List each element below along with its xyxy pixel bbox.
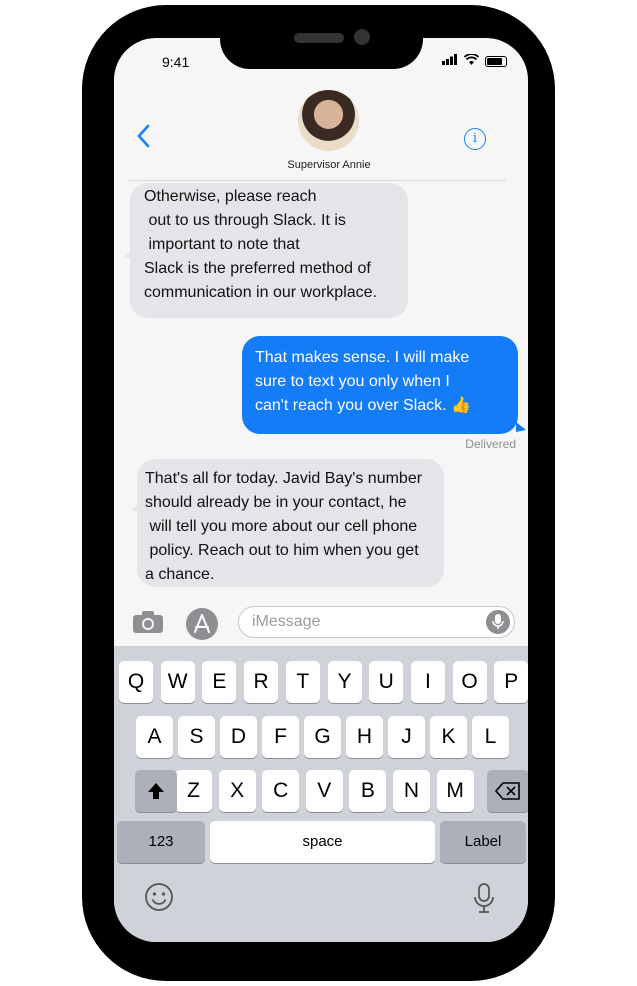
key-d[interactable]: D [220, 716, 257, 758]
key-c[interactable]: C [262, 770, 300, 812]
microphone-icon[interactable] [486, 610, 510, 634]
phone-notch [220, 5, 423, 69]
delivery-status: Delivered [465, 437, 516, 451]
key-h[interactable]: H [346, 716, 383, 758]
battery-icon [485, 55, 507, 67]
key-e[interactable]: E [202, 661, 237, 703]
received-message: That's all for today. Javid Bay's number… [137, 459, 444, 587]
received-message: Otherwise, please reach out to us throug… [130, 183, 408, 318]
bubble-tail [124, 249, 134, 259]
space-key[interactable]: space [210, 821, 435, 863]
key-a[interactable]: A [136, 716, 173, 758]
key-i[interactable]: I [410, 661, 445, 703]
key-p[interactable]: P [494, 661, 528, 703]
key-s[interactable]: S [178, 716, 215, 758]
key-g[interactable]: G [304, 716, 341, 758]
keyboard: QWERTYUIOP ASDFGHJKL ZXCVBNM 123 space L… [114, 646, 528, 942]
avatar[interactable] [298, 90, 359, 151]
key-t[interactable]: T [285, 661, 320, 703]
return-key[interactable]: Label [440, 821, 526, 863]
key-n[interactable]: N [393, 770, 430, 812]
signal-icon [442, 54, 458, 68]
key-y[interactable]: Y [327, 661, 362, 703]
key-q[interactable]: Q [119, 661, 153, 703]
contact-name[interactable]: Supervisor Annie [254, 159, 404, 171]
key-r[interactable]: R [244, 661, 279, 703]
info-icon[interactable]: i [464, 128, 486, 150]
key-b[interactable]: B [349, 770, 387, 812]
key-j[interactable]: J [388, 716, 425, 758]
backspace-icon [494, 782, 520, 800]
bubble-tail [516, 422, 526, 432]
shift-key[interactable] [135, 770, 177, 812]
header-divider [128, 180, 506, 181]
key-v[interactable]: V [305, 770, 343, 812]
back-button[interactable] [136, 124, 150, 153]
key-m[interactable]: M [436, 770, 474, 812]
status-time: 9:41 [162, 54, 190, 70]
bubble-tail [131, 502, 141, 512]
sent-message: That makes sense. I will make sure to te… [242, 336, 518, 434]
key-w[interactable]: W [160, 661, 195, 703]
key-l[interactable]: L [472, 716, 509, 758]
screen: 9:41 Supervisor Annie i Otherwise, pleas… [114, 38, 528, 942]
earpiece-speaker [294, 33, 344, 43]
message-input[interactable]: iMessage [238, 606, 515, 638]
app-store-icon[interactable] [186, 608, 218, 640]
status-icons [442, 53, 507, 68]
chevron-left-icon [137, 124, 150, 148]
dictation-icon[interactable] [472, 882, 496, 919]
wifi-icon [463, 53, 480, 68]
shift-icon [148, 783, 164, 799]
key-k[interactable]: K [430, 716, 467, 758]
key-z[interactable]: Z [175, 770, 212, 812]
key-f[interactable]: F [262, 716, 299, 758]
delete-key[interactable] [487, 770, 528, 812]
front-camera [354, 29, 370, 45]
key-u[interactable]: U [369, 661, 404, 703]
key-o[interactable]: O [452, 661, 487, 703]
emoji-icon[interactable] [144, 882, 174, 917]
key-x[interactable]: X [218, 770, 256, 812]
camera-icon[interactable] [132, 610, 164, 634]
numbers-key[interactable]: 123 [117, 821, 205, 863]
